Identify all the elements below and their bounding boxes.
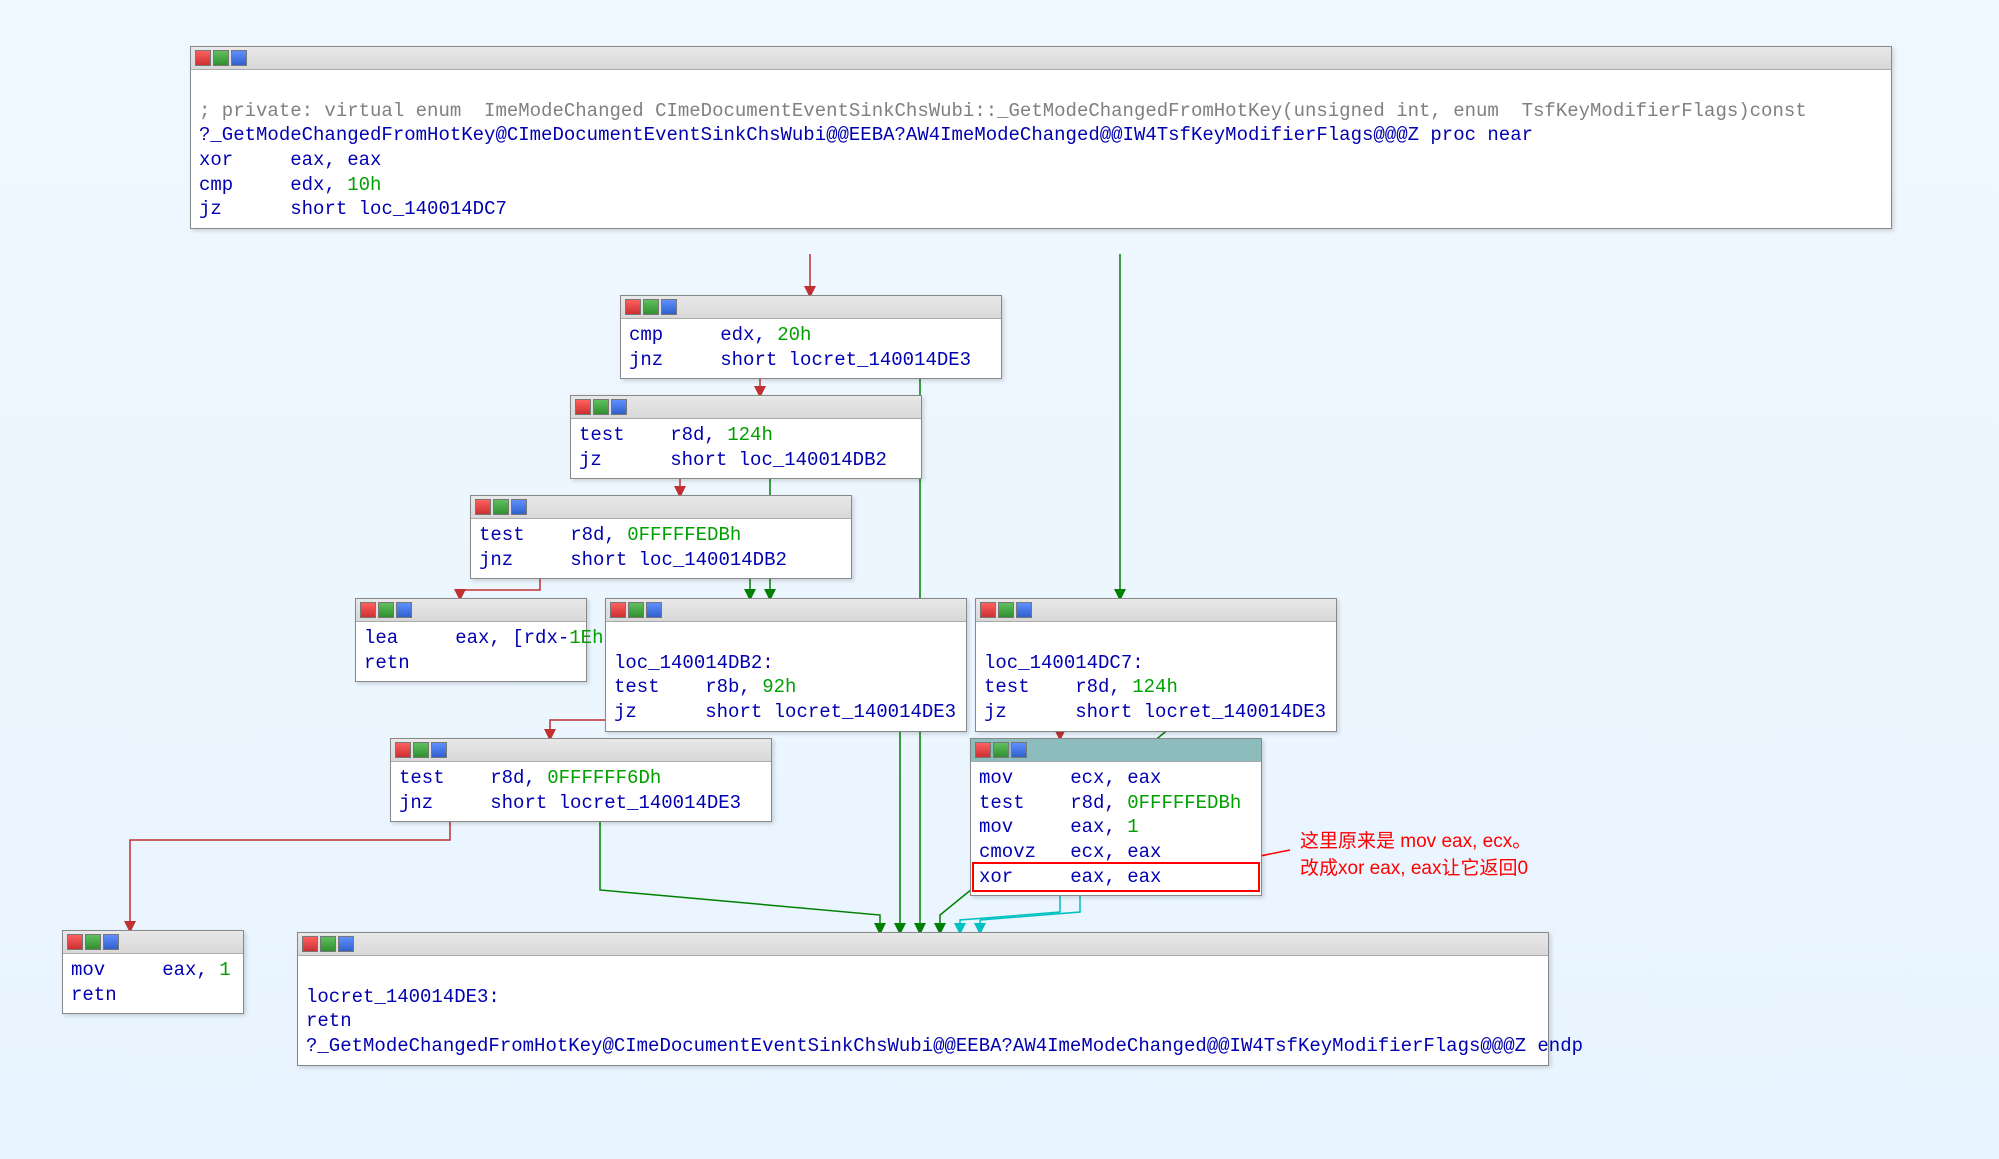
- node-header: [571, 396, 921, 419]
- node-mov-eax-1[interactable]: mov eax, 1 retn: [62, 930, 244, 1014]
- bar-icon: [575, 399, 591, 415]
- annotation-text: 这里原来是 mov eax, ecx。 改成xor eax, eax让它返回0: [1300, 826, 1531, 880]
- chart-icon: [628, 602, 644, 618]
- node-body: loc_140014DC7: test r8d, 124h jz short l…: [976, 622, 1336, 731]
- node-loc-140014db2[interactable]: loc_140014DB2: test r8b, 92h jz short lo…: [605, 598, 967, 732]
- view-icon: [396, 602, 412, 618]
- bar-icon: [475, 499, 491, 515]
- view-icon: [611, 399, 627, 415]
- chart-icon: [643, 299, 659, 315]
- bar-icon: [610, 602, 626, 618]
- node-header: [391, 739, 771, 762]
- node-entry[interactable]: ; private: virtual enum ImeModeChanged C…: [190, 46, 1892, 229]
- node-header: [471, 496, 851, 519]
- chart-icon: [993, 742, 1009, 758]
- node-body: cmp edx, 20h jnz short locret_140014DE3: [621, 319, 1001, 378]
- bar-icon: [980, 602, 996, 618]
- view-icon: [1011, 742, 1027, 758]
- view-icon: [646, 602, 662, 618]
- node-header: [356, 599, 586, 622]
- bar-icon: [360, 602, 376, 618]
- node-body: test r8d, 0FFFFFF6Dh jnz short locret_14…: [391, 762, 771, 821]
- node-body: loc_140014DB2: test r8b, 92h jz short lo…: [606, 622, 966, 731]
- chart-icon: [593, 399, 609, 415]
- node-header: [191, 47, 1891, 70]
- node-body: locret_140014DE3: retn ?_GetModeChangedF…: [298, 956, 1548, 1065]
- chart-icon: [320, 936, 336, 952]
- view-icon: [1016, 602, 1032, 618]
- node-body: lea eax, [rdx-1Eh] retn: [356, 622, 586, 681]
- chart-icon: [493, 499, 509, 515]
- node-test-fedbh[interactable]: test r8d, 0FFFFFEDBh jnz short loc_14001…: [470, 495, 852, 579]
- chart-icon: [85, 934, 101, 950]
- view-icon: [661, 299, 677, 315]
- node-header: [63, 931, 243, 954]
- node-body: test r8d, 0FFFFFEDBh jnz short loc_14001…: [471, 519, 851, 578]
- bar-icon: [67, 934, 83, 950]
- node-header: [976, 599, 1336, 622]
- chart-icon: [413, 742, 429, 758]
- node-test-ff6dh[interactable]: test r8d, 0FFFFFF6Dh jnz short locret_14…: [390, 738, 772, 822]
- node-locret[interactable]: locret_140014DE3: retn ?_GetModeChangedF…: [297, 932, 1549, 1066]
- chart-icon: [378, 602, 394, 618]
- node-body: test r8d, 124h jz short loc_140014DB2: [571, 419, 921, 478]
- node-mov-xor-patched[interactable]: mov ecx, eax test r8d, 0FFFFFEDBh mov ea…: [970, 738, 1262, 896]
- node-header: [971, 739, 1261, 762]
- node-body: ; private: virtual enum ImeModeChanged C…: [191, 70, 1891, 228]
- node-test-124h-a[interactable]: test r8d, 124h jz short loc_140014DB2: [570, 395, 922, 479]
- node-header: [606, 599, 966, 622]
- node-body: mov eax, 1 retn: [63, 954, 243, 1013]
- view-icon: [338, 936, 354, 952]
- node-cmp-20h[interactable]: cmp edx, 20h jnz short locret_140014DE3: [620, 295, 1002, 379]
- bar-icon: [975, 742, 991, 758]
- view-icon: [103, 934, 119, 950]
- view-icon: [431, 742, 447, 758]
- bar-icon: [395, 742, 411, 758]
- bar-icon: [625, 299, 641, 315]
- view-icon: [511, 499, 527, 515]
- node-header: [298, 933, 1548, 956]
- view-icon: [231, 50, 247, 66]
- bar-icon: [195, 50, 211, 66]
- node-loc-140014dc7[interactable]: loc_140014DC7: test r8d, 124h jz short l…: [975, 598, 1337, 732]
- chart-icon: [213, 50, 229, 66]
- node-lea-retn[interactable]: lea eax, [rdx-1Eh] retn: [355, 598, 587, 682]
- node-body: mov ecx, eax test r8d, 0FFFFFEDBh mov ea…: [971, 762, 1261, 895]
- chart-icon: [998, 602, 1014, 618]
- bar-icon: [302, 936, 318, 952]
- node-header: [621, 296, 1001, 319]
